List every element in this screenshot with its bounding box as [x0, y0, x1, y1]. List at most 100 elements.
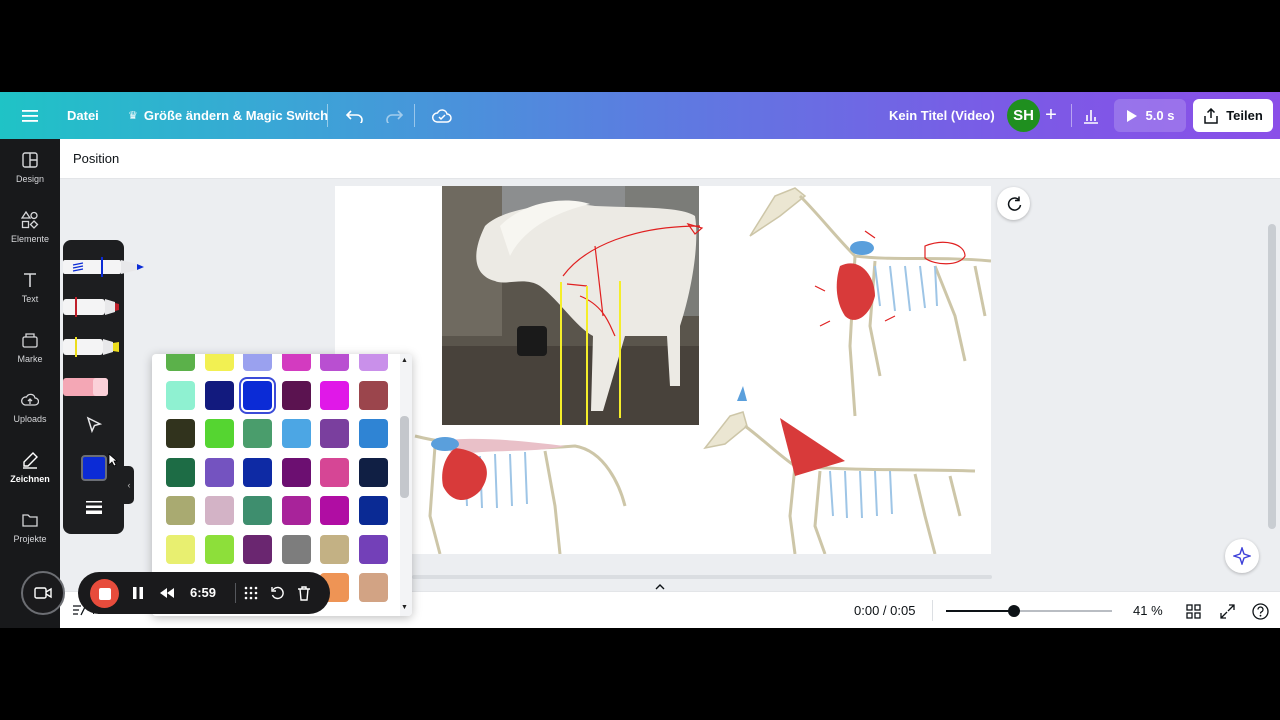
color-swatch[interactable] — [358, 380, 388, 410]
horse-skeleton-illustration[interactable] — [414, 434, 627, 554]
marker-tool[interactable] — [63, 294, 123, 320]
color-swatch[interactable] — [204, 380, 234, 410]
eraser-tool[interactable] — [63, 374, 113, 400]
color-swatch[interactable] — [320, 457, 349, 487]
pause-button[interactable] — [128, 583, 148, 603]
sidebar-item-draw[interactable]: Zeichnen — [0, 439, 60, 495]
color-swatch[interactable] — [166, 457, 195, 487]
play-button[interactable]: 5.0 s — [1114, 99, 1186, 132]
canvas-page[interactable] — [335, 186, 991, 554]
sidebar-item-projects[interactable]: Projekte — [0, 499, 60, 555]
regenerate-button[interactable] — [997, 187, 1030, 220]
color-swatch[interactable] — [281, 380, 311, 410]
color-swatch[interactable] — [204, 354, 234, 371]
color-swatch[interactable] — [204, 419, 234, 448]
file-menu-button[interactable]: Datei — [67, 92, 99, 139]
page-scrollbar[interactable] — [412, 575, 992, 579]
pause-icon — [133, 587, 143, 599]
resize-magic-switch-button[interactable]: ♛ Größe ändern & Magic Switch — [128, 92, 328, 139]
stop-recording-button[interactable] — [90, 579, 119, 608]
share-button[interactable]: Teilen — [1193, 99, 1273, 132]
highlighter-tool[interactable] — [63, 334, 123, 360]
camera-toggle-button[interactable] — [21, 571, 65, 615]
menu-button[interactable] — [18, 92, 42, 139]
help-icon — [1251, 602, 1269, 620]
top-bar: Datei ♛ Größe ändern & Magic Switch Kein… — [0, 92, 1280, 139]
color-swatch[interactable] — [320, 354, 349, 371]
recording-timer: 6:59 — [190, 585, 217, 600]
color-swatch[interactable] — [358, 573, 388, 602]
color-swatch[interactable] — [204, 457, 234, 487]
color-swatch[interactable] — [204, 534, 234, 564]
context-toolbar: Position — [60, 139, 1280, 179]
invite-button[interactable]: + — [1043, 92, 1059, 139]
color-swatch[interactable] — [320, 534, 349, 564]
sidebar-item-brand[interactable]: Marke — [0, 319, 60, 375]
collapse-panel-button[interactable]: ‹ — [124, 466, 134, 504]
insights-button[interactable] — [1081, 92, 1101, 139]
color-swatch[interactable] — [320, 380, 349, 410]
horse-skeleton-illustration[interactable] — [703, 386, 976, 554]
horse-photo[interactable] — [442, 186, 704, 425]
divider — [414, 104, 415, 127]
color-swatch[interactable] — [358, 496, 388, 525]
color-swatch[interactable] — [243, 354, 272, 371]
stroke-settings-button[interactable] — [77, 492, 111, 522]
current-color-button[interactable] — [81, 455, 107, 481]
vertical-scrollbar[interactable] — [1268, 224, 1276, 529]
color-swatch[interactable] — [243, 496, 272, 525]
hamburger-icon — [22, 109, 38, 122]
color-swatch[interactable] — [281, 496, 311, 525]
delete-recording-button[interactable] — [294, 583, 314, 603]
zoom-slider[interactable] — [946, 605, 1112, 617]
color-swatch[interactable] — [358, 534, 388, 564]
color-swatch[interactable] — [243, 457, 272, 487]
sidebar-item-design[interactable]: Design — [0, 139, 60, 195]
color-swatch[interactable] — [166, 354, 195, 371]
color-swatch[interactable] — [281, 457, 311, 487]
fullscreen-button[interactable] — [1218, 602, 1236, 620]
color-swatch[interactable] — [166, 419, 195, 448]
color-swatch[interactable] — [281, 419, 311, 448]
select-tool-button[interactable] — [77, 410, 111, 440]
color-swatch[interactable] — [320, 419, 349, 448]
zoom-level[interactable]: 41 % — [1133, 603, 1163, 618]
undo-icon — [346, 109, 363, 123]
sidebar-item-label: Text — [21, 293, 39, 304]
color-swatch[interactable] — [358, 419, 388, 448]
pen-tool[interactable] — [63, 254, 145, 280]
color-swatch[interactable] — [320, 496, 349, 525]
color-swatch[interactable] — [166, 534, 195, 564]
save-status-button[interactable] — [430, 92, 454, 139]
rewind-button[interactable] — [157, 583, 177, 603]
scroll-down-icon[interactable]: ▼ — [401, 604, 408, 611]
restart-button[interactable] — [267, 583, 287, 603]
sparkle-icon — [1233, 547, 1251, 565]
color-picker-scroll-thumb[interactable] — [400, 416, 409, 498]
color-swatch[interactable] — [243, 419, 272, 448]
color-swatch[interactable] — [166, 380, 195, 410]
zoom-slider-handle[interactable] — [1008, 605, 1020, 617]
scroll-up-icon[interactable]: ▲ — [401, 357, 408, 364]
sidebar-item-elements[interactable]: Elemente — [0, 199, 60, 255]
undo-button[interactable] — [344, 92, 366, 139]
color-swatch[interactable] — [243, 534, 272, 564]
sidebar-item-text[interactable]: Text — [0, 259, 60, 315]
color-swatch[interactable] — [204, 496, 234, 525]
color-swatch[interactable] — [243, 380, 272, 410]
position-button[interactable]: Position — [73, 151, 119, 166]
grid-dots-button[interactable] — [241, 583, 261, 603]
sidebar-item-uploads[interactable]: Uploads — [0, 379, 60, 435]
document-title[interactable]: Kein Titel (Video) — [889, 92, 995, 139]
color-swatch[interactable] — [358, 457, 388, 487]
help-button[interactable] — [1251, 602, 1269, 620]
redo-button[interactable] — [383, 92, 405, 139]
color-swatch[interactable] — [281, 534, 311, 564]
grid-view-button[interactable] — [1184, 602, 1202, 620]
color-swatch[interactable] — [281, 354, 311, 371]
color-swatch[interactable] — [166, 496, 195, 525]
horse-skeleton-illustration[interactable] — [749, 187, 991, 417]
avatar[interactable]: SH — [1007, 99, 1040, 132]
color-swatch[interactable] — [358, 354, 388, 371]
magic-assistant-button[interactable] — [1225, 539, 1259, 573]
